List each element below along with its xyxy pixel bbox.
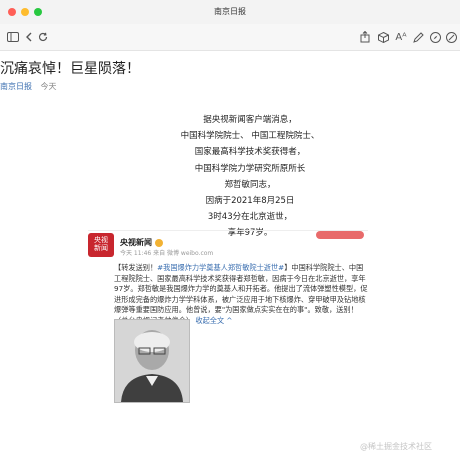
post-time: 今天 11:46 来自 微博 weibo.com xyxy=(120,250,214,257)
watermark: @稀土掘金技术社区 xyxy=(360,442,432,451)
body-line: 国家最高科学技术奖获得者， xyxy=(194,147,306,158)
post-text: 【转发送别！#我国爆炸力学奠基人郑哲敏院士逝世#】中国科学院院士、中国工程院院士… xyxy=(114,263,370,326)
share-icon[interactable] xyxy=(358,30,372,44)
follow-button[interactable] xyxy=(316,231,364,239)
logo-text: 央视 xyxy=(94,236,108,244)
body-line: 3时43分在北京逝世， xyxy=(207,212,293,223)
article-date: 今天 xyxy=(40,82,57,91)
edit-icon[interactable] xyxy=(411,30,425,44)
browser-window: 南京日报 Aᴬ 沉痛哀悼！巨星陨落！ 南京日报 今天 据央视新闻客户端消息， 中… xyxy=(0,0,460,460)
safari-icon[interactable] xyxy=(444,30,458,44)
article-source-link[interactable]: 南京日报 xyxy=(0,82,32,91)
compass-icon[interactable] xyxy=(428,30,442,44)
topic-tag-link[interactable]: #我国爆炸力学奠基人郑哲敏院士逝世# xyxy=(157,263,284,272)
account-name-text: 央视新闻 xyxy=(120,238,152,247)
cctv-news-logo: 央视 新闻 xyxy=(88,233,114,257)
window-title: 南京日报 xyxy=(214,7,246,16)
article-body: 据央视新闻客户端消息， 中国科学院院士、 中国工程院院士、 国家最高科学技术奖获… xyxy=(120,112,380,242)
article: 沉痛哀悼！巨星陨落！ 南京日报 今天 据央视新闻客户端消息， 中国科学院院士、 … xyxy=(0,52,460,460)
post-body: 】中国科学院院士、中国工程院院士、国家最高科学技术奖获得者郑哲敏，因病于今日在北… xyxy=(114,263,368,325)
body-line: 因病于2021年8月25日 xyxy=(205,196,295,207)
article-headline: 沉痛哀悼！巨星陨落！ xyxy=(0,61,140,77)
post-prefix: 【转发送别！ xyxy=(114,263,158,272)
toolbar: Aᴬ xyxy=(0,24,460,51)
body-line: 郑哲敏同志， xyxy=(224,179,276,190)
box-icon[interactable] xyxy=(376,30,390,44)
article-meta: 南京日报 今天 xyxy=(0,81,57,92)
body-line: 中国科学院力学研究所原所长 xyxy=(194,163,306,174)
verified-badge-icon xyxy=(155,238,163,247)
font-size-icon[interactable]: Aᴬ xyxy=(394,30,408,44)
body-line: 据央视新闻客户端消息， xyxy=(203,115,297,125)
body-line: 中国科学院院士、 中国工程院院士、 xyxy=(180,131,320,142)
account-name[interactable]: 央视新闻 xyxy=(120,237,163,248)
title-bar: 南京日报 xyxy=(0,0,460,25)
chevron-left-icon[interactable] xyxy=(22,30,36,44)
refresh-icon[interactable] xyxy=(36,30,50,44)
logo-text: 新闻 xyxy=(94,244,108,252)
portrait-photo xyxy=(114,319,190,403)
collapse-text-link[interactable]: 收起全文 ^ xyxy=(195,316,232,325)
sidebar-icon[interactable] xyxy=(6,30,20,44)
weibo-embed: 央视 新闻 央视新闻 今天 11:46 来自 微博 weibo.com 【转发送… xyxy=(88,230,368,455)
